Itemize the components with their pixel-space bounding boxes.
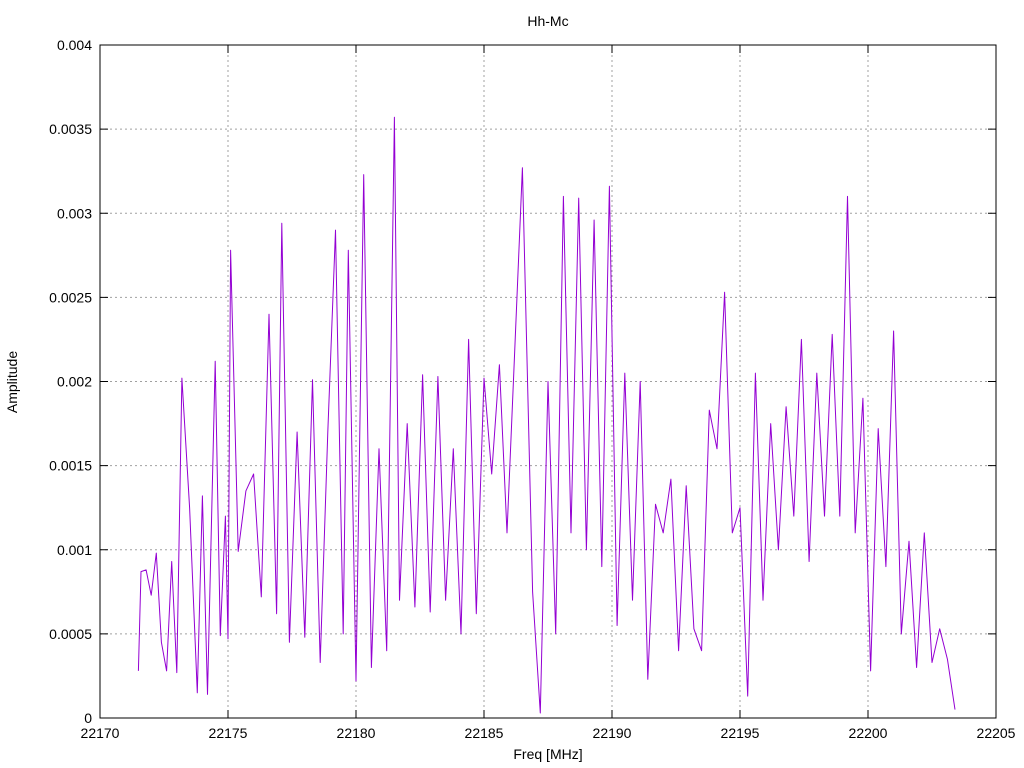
chart-title: Hh-Mc	[527, 13, 568, 29]
y-axis-label: Amplitude	[4, 351, 20, 413]
x-tick-label: 22185	[465, 725, 504, 741]
x-tick-label: 22170	[81, 725, 120, 741]
ticks: 22170 22175 22180 22185 22190 22195 22200 22205…	[49, 37, 1016, 741]
x-tick-label: 22180	[337, 725, 376, 741]
x-tick-label: 22200	[849, 725, 888, 741]
y-tick-label: 0.001	[57, 542, 92, 558]
y-tick-label: 0.0025	[49, 289, 92, 305]
series-line	[137, 116, 956, 714]
y-tick-label: 0.0015	[49, 458, 92, 474]
y-tick-label: 0.004	[57, 37, 92, 53]
x-tick-label: 22205	[977, 725, 1016, 741]
x-axis-label: Freq [MHz]	[513, 746, 582, 762]
y-tick-label: 0	[84, 710, 92, 726]
x-tick-label: 22190	[593, 725, 632, 741]
y-tick-label: 0.0035	[49, 121, 92, 137]
x-tick-label: 22175	[209, 725, 248, 741]
chart: 22170 22175 22180 22185 22190 22195 22200 22205…	[4, 13, 1016, 762]
y-tick-label: 0.003	[57, 205, 92, 221]
x-tick-label: 22195	[721, 725, 760, 741]
y-tick-label: 0.002	[57, 374, 92, 390]
series-layer	[137, 116, 956, 714]
y-tick-label: 0.0005	[49, 626, 92, 642]
